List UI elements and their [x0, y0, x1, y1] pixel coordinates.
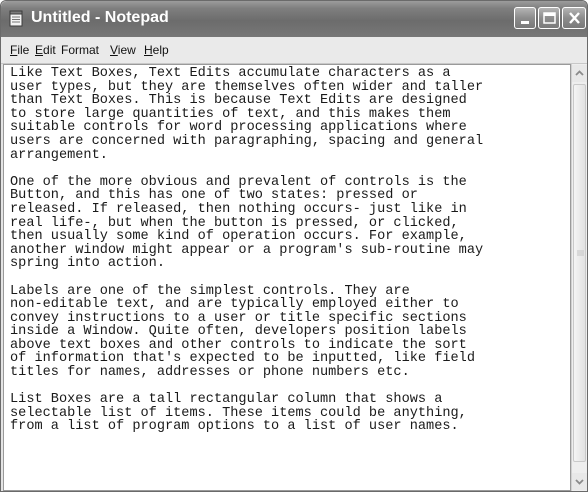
notepad-window: Untitled - Notepad File Edit Format View… — [0, 0, 588, 492]
menu-file[interactable]: File — [10, 43, 29, 57]
scroll-down-arrow-icon — [575, 479, 584, 485]
document-text[interactable]: Like Text Boxes, Text Edits accumulate c… — [4, 65, 570, 434]
scroll-up-arrow-icon — [575, 70, 584, 76]
scroll-up-button[interactable] — [572, 65, 587, 82]
scroll-thumb-grip-icon — [577, 250, 584, 256]
vertical-scrollbar[interactable] — [571, 64, 587, 491]
minimize-icon — [521, 21, 529, 24]
menu-edit[interactable]: Edit — [35, 43, 56, 57]
close-button[interactable] — [562, 7, 586, 29]
title-bar[interactable]: Untitled - Notepad — [1, 1, 587, 37]
notepad-icon — [9, 10, 23, 27]
menu-bar: File Edit Format View Help — [1, 37, 587, 64]
maximize-button[interactable] — [538, 7, 560, 29]
minimize-button[interactable] — [514, 7, 536, 29]
close-icon — [569, 12, 580, 24]
scroll-down-button[interactable] — [572, 473, 587, 490]
scroll-thumb[interactable] — [573, 84, 586, 462]
menu-help[interactable]: Help — [144, 43, 169, 57]
menu-view[interactable]: View — [110, 43, 136, 57]
text-editor[interactable]: Like Text Boxes, Text Edits accumulate c… — [3, 64, 571, 491]
menu-format[interactable]: Format — [61, 43, 99, 57]
window-title: Untitled - Notepad — [31, 9, 169, 26]
maximize-icon — [543, 12, 556, 24]
